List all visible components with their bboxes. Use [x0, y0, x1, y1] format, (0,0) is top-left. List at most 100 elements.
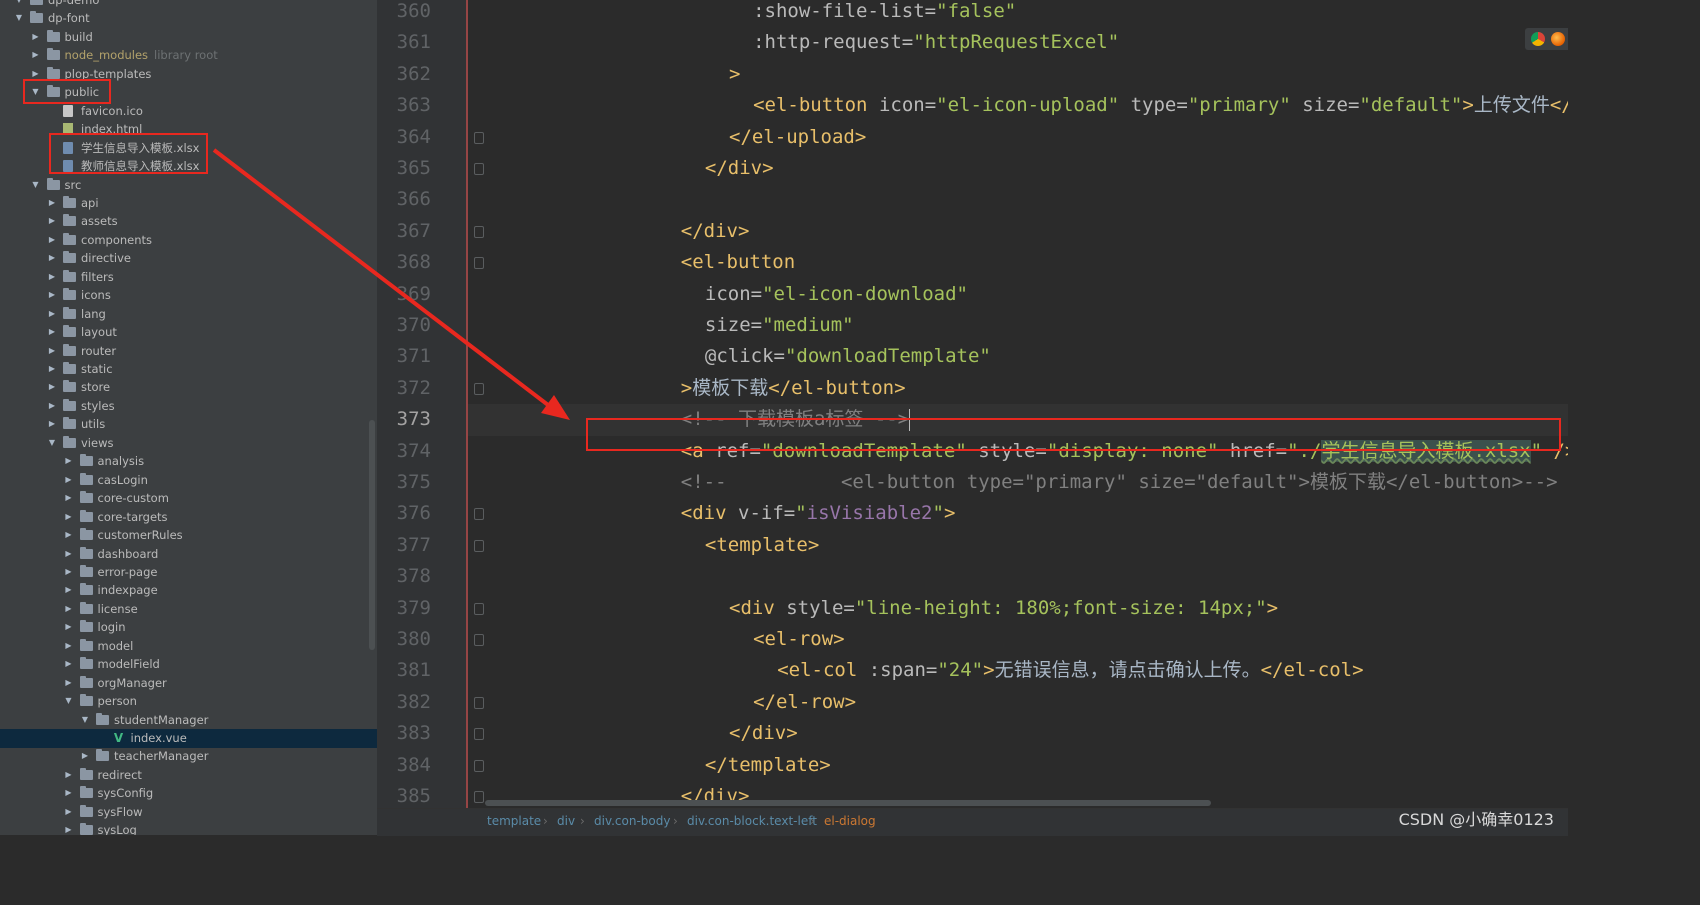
tree-item[interactable]: ▶ orgManager: [0, 674, 377, 693]
tree-item[interactable]: ▶ styles: [0, 397, 377, 416]
collapse-arrow-icon[interactable]: ▼: [64, 692, 74, 711]
tree-item[interactable]: ▼ dp-demo: [0, 0, 377, 10]
code-line[interactable]: <el-col :span="24">无错误信息，请点击确认上传。</el-co…: [777, 655, 1363, 686]
tree-item[interactable]: ▶ indexpage: [0, 581, 377, 600]
code-line[interactable]: icon="el-icon-download": [705, 279, 968, 310]
expand-arrow-icon[interactable]: ▶: [47, 305, 57, 324]
expand-arrow-icon[interactable]: ▶: [47, 268, 57, 287]
tree-item[interactable]: ▶ sysFlow: [0, 803, 377, 822]
code-line[interactable]: </template>: [705, 750, 831, 781]
tree-item[interactable]: ▶ icons: [0, 286, 377, 305]
tree-item[interactable]: ▶ components: [0, 231, 377, 250]
expand-arrow-icon[interactable]: ▶: [47, 286, 57, 305]
code-line[interactable]: </div>: [681, 216, 750, 247]
tree-item[interactable]: ▶ build: [0, 28, 377, 47]
tree-item[interactable]: ▼ src: [0, 176, 377, 195]
tree-item[interactable]: ▶ redirect: [0, 766, 377, 785]
tree-item[interactable]: ▶ casLogin: [0, 471, 377, 490]
expand-arrow-icon[interactable]: ▶: [47, 323, 57, 342]
code-line[interactable]: @click="downloadTemplate": [705, 341, 991, 372]
code-line[interactable]: </el-upload>: [729, 122, 866, 153]
horizontal-scrollbar[interactable]: [485, 800, 1211, 806]
tree-item[interactable]: ▼ dp-font: [0, 9, 377, 28]
fold-marker-icon[interactable]: [474, 131, 484, 144]
tree-item[interactable]: ▶ customerRules: [0, 526, 377, 545]
expand-arrow-icon[interactable]: ▶: [64, 545, 74, 564]
code-line[interactable]: </div>: [729, 718, 798, 749]
fold-marker-icon[interactable]: [474, 728, 484, 741]
tree-item[interactable]: ▶ utils: [0, 415, 377, 434]
tree-item[interactable]: favicon.ico: [0, 102, 377, 121]
expand-arrow-icon[interactable]: ▶: [31, 46, 41, 65]
expand-arrow-icon[interactable]: ▶: [64, 637, 74, 656]
tree-item[interactable]: ▼ person: [0, 692, 377, 711]
tree-item[interactable]: ▶ assets: [0, 212, 377, 231]
breadcrumb-item[interactable]: div: [557, 814, 575, 828]
code-editor[interactable]: 360 361 362 363 364 365 366 367 368 369 370 371 372 3…: [377, 0, 1568, 808]
tree-item[interactable]: ▶ analysis: [0, 452, 377, 471]
tree-item[interactable]: ▶ core-custom: [0, 489, 377, 508]
expand-arrow-icon[interactable]: ▶: [47, 415, 57, 434]
code-line[interactable]: </div>: [705, 153, 774, 184]
collapse-arrow-icon[interactable]: ▼: [47, 434, 57, 453]
expand-arrow-icon[interactable]: ▶: [47, 249, 57, 268]
expand-arrow-icon[interactable]: ▶: [64, 618, 74, 637]
tree-item[interactable]: ▶ core-targets: [0, 508, 377, 527]
expand-arrow-icon[interactable]: ▶: [47, 342, 57, 361]
expand-arrow-icon[interactable]: ▶: [64, 784, 74, 803]
expand-arrow-icon[interactable]: ▶: [64, 581, 74, 600]
fold-marker-icon[interactable]: [474, 225, 484, 238]
tree-item[interactable]: ▶ license: [0, 600, 377, 619]
tree-item[interactable]: ▶ store: [0, 378, 377, 397]
collapse-arrow-icon[interactable]: ▼: [80, 711, 90, 730]
fold-marker-icon[interactable]: [474, 634, 484, 646]
tree-item[interactable]: ▶ sysConfig: [0, 784, 377, 803]
fold-marker-icon[interactable]: [474, 696, 484, 709]
fold-marker-icon[interactable]: [474, 602, 484, 615]
tree-item[interactable]: ▶ error-page: [0, 563, 377, 582]
expand-arrow-icon[interactable]: ▶: [47, 378, 57, 397]
collapse-arrow-icon[interactable]: ▼: [14, 0, 24, 10]
collapse-arrow-icon[interactable]: ▼: [31, 176, 41, 195]
code-line[interactable]: :show-file-list="false": [753, 0, 1016, 27]
tree-item[interactable]: ▶ api: [0, 194, 377, 213]
fold-marker-icon[interactable]: [474, 257, 484, 270]
code-line[interactable]: :http-request="httpRequestExcel": [753, 27, 1119, 58]
code-line[interactable]: </el-row>: [753, 687, 856, 718]
expand-arrow-icon[interactable]: ▶: [47, 360, 57, 379]
chrome-icon[interactable]: [1531, 32, 1545, 46]
tree-item[interactable]: ▶ lang: [0, 305, 377, 324]
fold-marker-icon[interactable]: [474, 539, 484, 552]
expand-arrow-icon[interactable]: ▶: [64, 471, 74, 490]
code-line[interactable]: >: [729, 59, 740, 90]
breadcrumb-item[interactable]: div.con-block.text-left: [687, 814, 817, 828]
expand-arrow-icon[interactable]: ▶: [31, 28, 41, 47]
expand-arrow-icon[interactable]: ▶: [47, 194, 57, 213]
expand-arrow-icon[interactable]: ▶: [64, 803, 74, 822]
tree-item[interactable]: ▼ views: [0, 434, 377, 453]
breadcrumb-item[interactable]: div.con-body: [594, 814, 671, 828]
tree-item[interactable]: ▶ model: [0, 637, 377, 656]
tree-item[interactable]: ▶ router: [0, 342, 377, 361]
expand-arrow-icon[interactable]: ▶: [64, 489, 74, 508]
fold-marker-icon[interactable]: [474, 508, 484, 521]
breadcrumb-item[interactable]: el-dialog: [824, 814, 876, 828]
expand-arrow-icon[interactable]: ▶: [64, 526, 74, 545]
tree-item[interactable]: ▶ layout: [0, 323, 377, 342]
expand-arrow-icon[interactable]: ▶: [47, 397, 57, 416]
firefox-icon[interactable]: [1551, 32, 1565, 46]
breadcrumb-item[interactable]: template: [487, 814, 541, 828]
code-line[interactable]: <el-row>: [753, 624, 845, 655]
expand-arrow-icon[interactable]: ▶: [64, 821, 74, 835]
code-line[interactable]: <el-button icon="el-icon-upload" type="p…: [753, 90, 1568, 121]
tree-item[interactable]: ▼ studentManager: [0, 711, 377, 730]
tree-item[interactable]: ▶ modelField: [0, 655, 377, 674]
tree-item[interactable]: Vindex.vue: [0, 729, 377, 748]
expand-arrow-icon[interactable]: ▶: [47, 212, 57, 231]
code-line[interactable]: <div v-if="isVisiable2">: [681, 498, 956, 529]
tree-item[interactable]: ▶ static: [0, 360, 377, 379]
code-line[interactable]: <!-- <el-button type="primary" size="def…: [681, 467, 1558, 498]
tree-item[interactable]: ▶ teacherManager: [0, 747, 377, 766]
code-line[interactable]: <template>: [705, 530, 819, 561]
expand-arrow-icon[interactable]: ▶: [47, 231, 57, 250]
